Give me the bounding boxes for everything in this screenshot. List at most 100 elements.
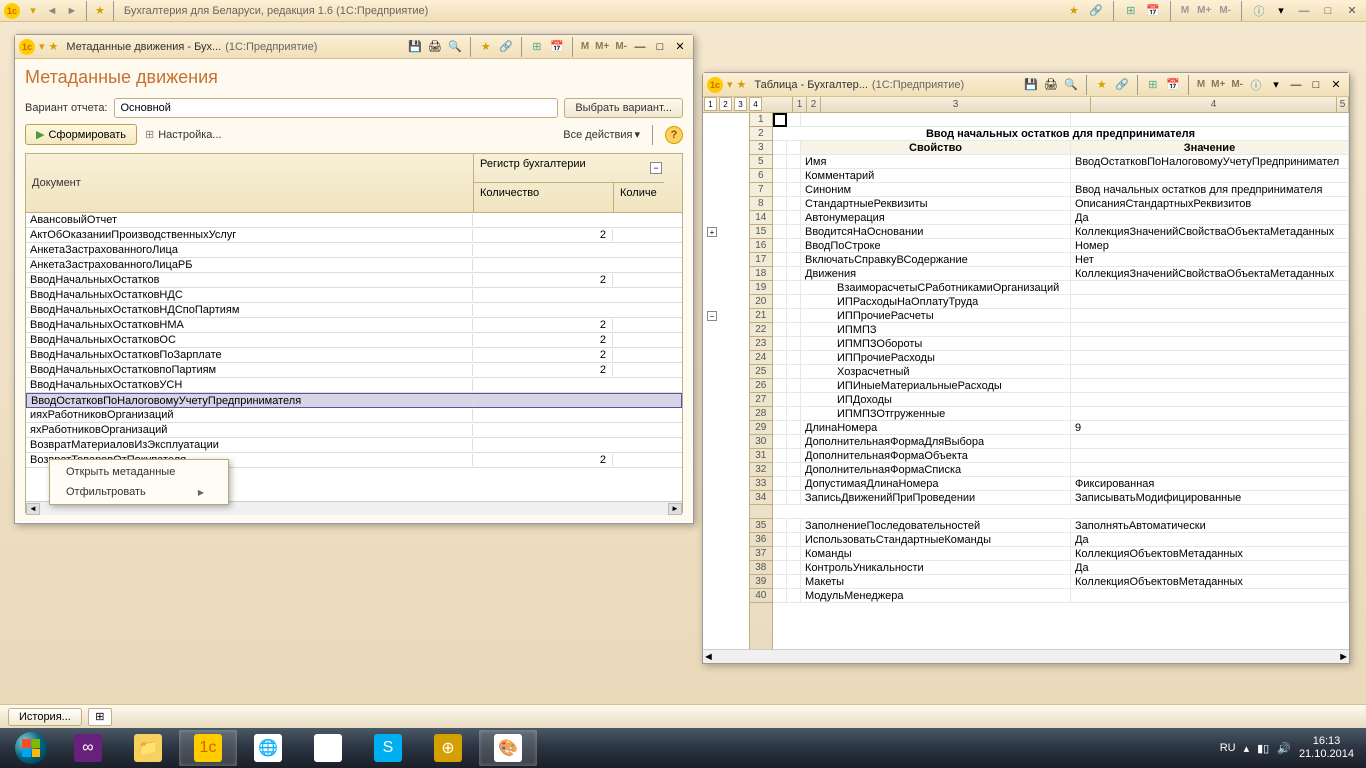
- table-row[interactable]: АнкетаЗастрахованногоЛицаРБ: [26, 258, 682, 273]
- variant-input[interactable]: [114, 98, 559, 118]
- sheet-row[interactable]: ДополнительнаяФормаДляВыбора: [773, 435, 1349, 449]
- print-icon[interactable]: 🖨: [426, 39, 444, 55]
- row-number[interactable]: 17: [750, 253, 772, 267]
- row-number[interactable]: 37: [750, 547, 772, 561]
- row-number[interactable]: 26: [750, 379, 772, 393]
- child-titlebar[interactable]: 1c ▾ ★ Метаданные движения - Бух... (1С:…: [15, 35, 693, 59]
- col-header-2[interactable]: 2: [807, 97, 821, 112]
- child-titlebar[interactable]: 1c ▾ ★ Таблица - Бухгалтер... (1С:Предпр…: [703, 73, 1349, 97]
- outline-collapse-icon[interactable]: −: [707, 311, 717, 321]
- task-compass[interactable]: ⊕: [419, 730, 477, 766]
- sheet-row[interactable]: ИПРасходыНаОплатуТруда: [773, 295, 1349, 309]
- choose-variant-button[interactable]: Выбрать вариант...: [564, 98, 683, 118]
- row-number[interactable]: 18: [750, 267, 772, 281]
- task-chrome[interactable]: 🌐: [239, 730, 297, 766]
- table-row[interactable]: ВводНачальныхОстатковОС2: [26, 333, 682, 348]
- row-number[interactable]: 21: [750, 309, 772, 323]
- menu-filter[interactable]: Отфильтровать▶: [50, 482, 228, 502]
- nav-back-icon[interactable]: ◄: [43, 3, 61, 19]
- calendar-icon[interactable]: 📅: [1144, 3, 1162, 19]
- scroll-right-icon[interactable]: ►: [668, 503, 682, 515]
- sheet-row[interactable]: ИППрочиеРасчеты: [773, 309, 1349, 323]
- sheet-cells[interactable]: Ввод начальных остатков для предпринимат…: [773, 113, 1349, 649]
- star-icon[interactable]: ★: [1093, 77, 1111, 93]
- info-icon[interactable]: ⓘ: [1250, 3, 1268, 19]
- row-number[interactable]: 24: [750, 351, 772, 365]
- favorites-icon[interactable]: ★: [49, 40, 59, 53]
- task-skype[interactable]: S: [359, 730, 417, 766]
- sheet-row[interactable]: ДополнительнаяФормаСписка: [773, 463, 1349, 477]
- outline-level-4[interactable]: 4: [749, 97, 762, 111]
- minimize-button[interactable]: —: [1287, 77, 1305, 93]
- sheet-row[interactable]: ИмяВводОстатковПоНалоговомуУчетуПредприн…: [773, 155, 1349, 169]
- m-plus-button[interactable]: M+: [1195, 5, 1213, 16]
- col-register[interactable]: Регистр бухгалтерии: [474, 154, 664, 183]
- info-icon[interactable]: ⓘ: [1247, 77, 1265, 93]
- col-header-1[interactable]: 1: [793, 97, 807, 112]
- sheet-row[interactable]: МодульМенеджера: [773, 589, 1349, 603]
- sheet-row[interactable]: АвтонумерацияДа: [773, 211, 1349, 225]
- link-icon[interactable]: 🔗: [1113, 77, 1131, 93]
- grid-body[interactable]: АвансовыйОтчетАктОбОказанииПроизводствен…: [26, 213, 682, 501]
- m-button[interactable]: M: [579, 41, 591, 52]
- calendar-icon[interactable]: 📅: [1164, 77, 1182, 93]
- sheet-row[interactable]: КомандыКоллекцияОбъектовМетаданных: [773, 547, 1349, 561]
- task-1c[interactable]: 1c: [179, 730, 237, 766]
- sheet-row[interactable]: [773, 505, 1349, 519]
- table-row[interactable]: АнкетаЗастрахованногоЛица: [26, 243, 682, 258]
- m-plus-button[interactable]: M+: [1209, 79, 1227, 90]
- row-number[interactable]: 6: [750, 169, 772, 183]
- row-number[interactable]: 1: [750, 113, 772, 127]
- sheet-row[interactable]: ДлинаНомера9: [773, 421, 1349, 435]
- sheet-row[interactable]: СтандартныеРеквизитыОписанияСтандартныхР…: [773, 197, 1349, 211]
- sheet-row[interactable]: ДопустимаяДлинаНомераФиксированная: [773, 477, 1349, 491]
- scroll-right-icon[interactable]: ►: [1338, 651, 1349, 663]
- sheet-row[interactable]: ИППрочиеРасходы: [773, 351, 1349, 365]
- sheet-row[interactable]: ЗаполнениеПоследовательностейЗаполнятьАв…: [773, 519, 1349, 533]
- corner-cell[interactable]: [763, 97, 793, 112]
- favorites-icon[interactable]: ★: [737, 78, 747, 91]
- table-row[interactable]: ВводНачальныхОстатковНДСпоПартиям: [26, 303, 682, 318]
- sheet-row[interactable]: КонтрольУникальностиДа: [773, 561, 1349, 575]
- maximize-button[interactable]: □: [651, 39, 669, 55]
- table-row[interactable]: ВводНачальныхОстатковПоЗарплате2: [26, 348, 682, 363]
- sheet-row[interactable]: ДополнительнаяФормаОбъекта: [773, 449, 1349, 463]
- task-app[interactable]: ⊞: [299, 730, 357, 766]
- star-icon[interactable]: ★: [477, 39, 495, 55]
- m-minus-button[interactable]: M-: [613, 41, 629, 52]
- table-row[interactable]: ВозвратМатериаловИзЭксплуатации: [26, 438, 682, 453]
- row-number[interactable]: 34: [750, 491, 772, 505]
- all-actions-button[interactable]: Все действия ▾: [563, 128, 640, 141]
- sheet-row[interactable]: ДвиженияКоллекцияЗначенийСвойстваОбъекта…: [773, 267, 1349, 281]
- row-number[interactable]: 30: [750, 435, 772, 449]
- m-button[interactable]: M: [1195, 79, 1207, 90]
- sheet-row[interactable]: ВключатьСправкуВСодержаниеНет: [773, 253, 1349, 267]
- table-row[interactable]: ВводНачальныхОстатковНМА2: [26, 318, 682, 333]
- table-row[interactable]: ВводНачальныхОстатковНДС: [26, 288, 682, 303]
- sheet-row[interactable]: ВзаиморасчетыСРаботникамиОрганизаций: [773, 281, 1349, 295]
- close-button[interactable]: ✕: [1342, 3, 1362, 19]
- row-number[interactable]: 19: [750, 281, 772, 295]
- calc-icon[interactable]: ⊞: [528, 39, 546, 55]
- dropdown-icon[interactable]: ▾: [1267, 77, 1285, 93]
- calc-icon[interactable]: ⊞: [1122, 3, 1140, 19]
- m-plus-button[interactable]: M+: [593, 41, 611, 52]
- row-number[interactable]: 32: [750, 463, 772, 477]
- nav-fwd-icon[interactable]: ►: [63, 3, 81, 19]
- row-number[interactable]: 15: [750, 225, 772, 239]
- collapse-icon[interactable]: −: [650, 162, 662, 174]
- table-row[interactable]: ияхРаботниковОрганизаций: [26, 408, 682, 423]
- row-number[interactable]: 8: [750, 197, 772, 211]
- row-number[interactable]: 22: [750, 323, 772, 337]
- row-number[interactable]: [750, 505, 772, 519]
- sheet-row[interactable]: МакетыКоллекцияОбъектовМетаданных: [773, 575, 1349, 589]
- tray-clock[interactable]: 16:13 21.10.2014: [1299, 735, 1354, 761]
- h-scrollbar[interactable]: ◄ ►: [703, 649, 1349, 663]
- preview-icon[interactable]: 🔍: [1062, 77, 1080, 93]
- sheet-row[interactable]: ИПДоходы: [773, 393, 1349, 407]
- row-number[interactable]: 5: [750, 155, 772, 169]
- sheet-row[interactable]: ИПМПЗ: [773, 323, 1349, 337]
- row-number[interactable]: 2: [750, 127, 772, 141]
- sheet-row[interactable]: СвойствоЗначение: [773, 141, 1349, 155]
- menu-open-metadata[interactable]: Открыть метаданные: [50, 462, 228, 482]
